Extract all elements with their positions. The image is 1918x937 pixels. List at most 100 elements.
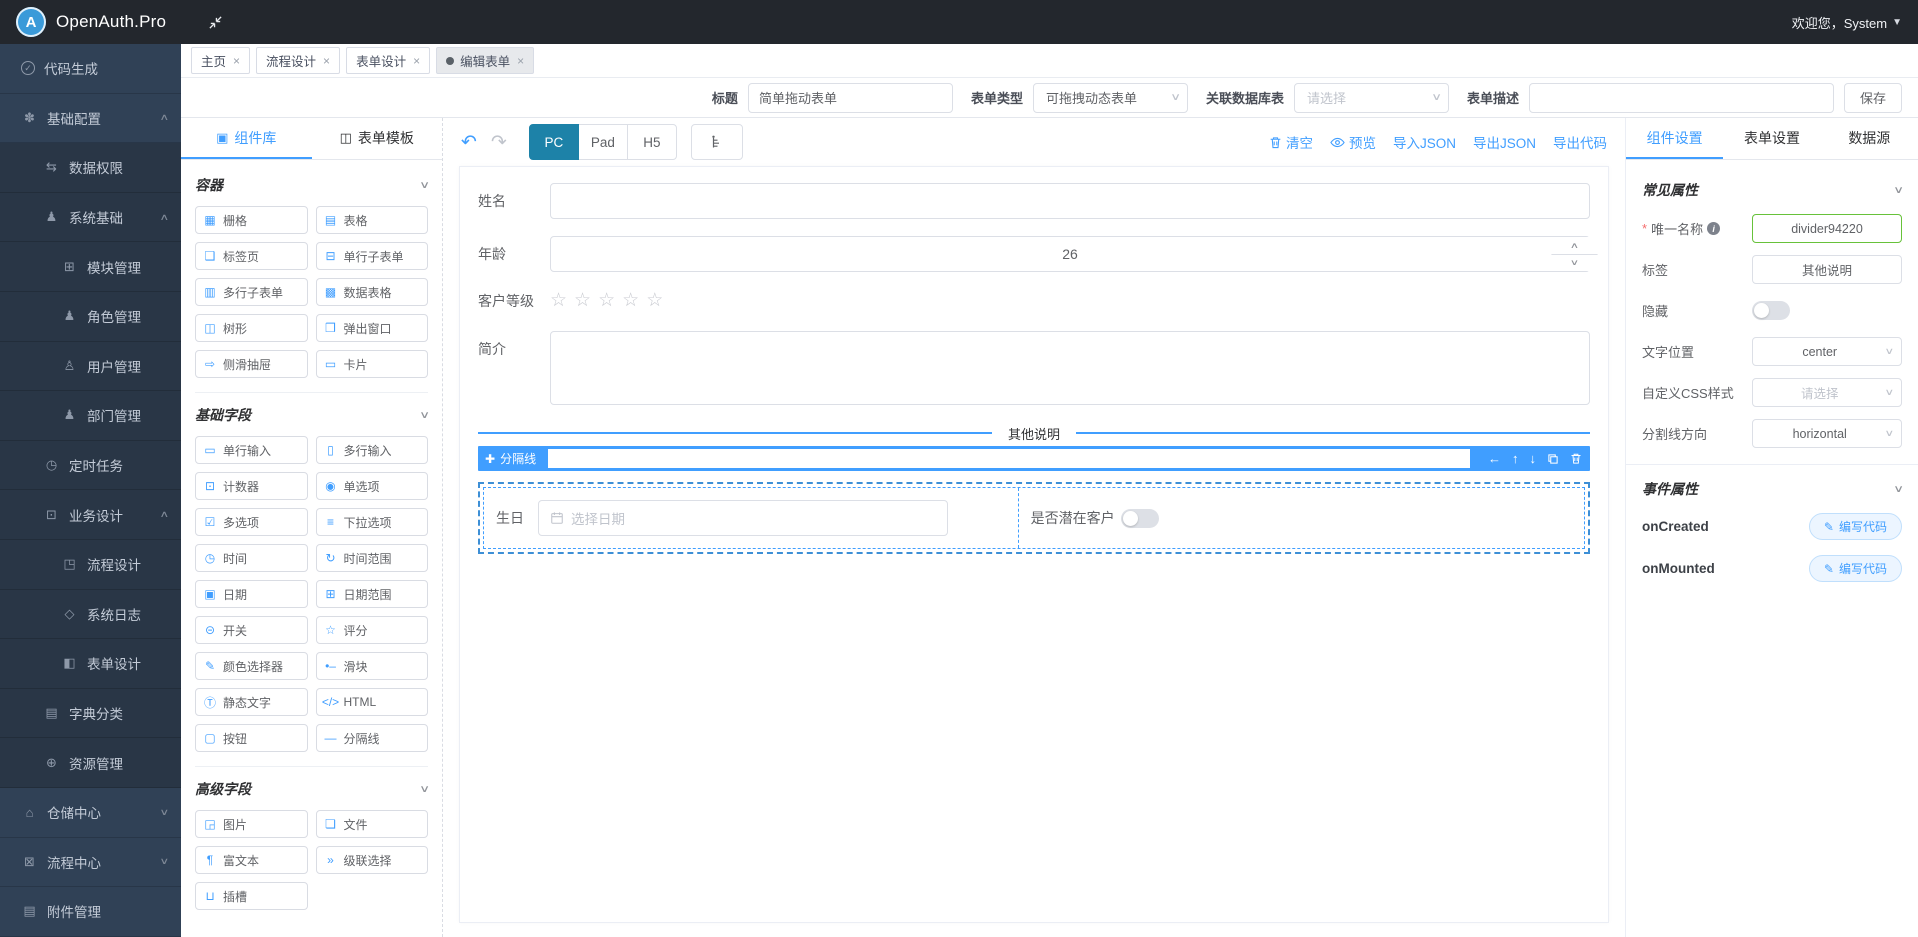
age-number-input[interactable]: ∧ ∨ <box>550 236 1590 272</box>
section-header[interactable]: 容器∨ <box>195 175 428 195</box>
device-pad-button[interactable]: Pad <box>578 124 628 160</box>
component-static-text[interactable]: Ⓣ静态文字 <box>195 688 308 716</box>
form-title-input[interactable] <box>748 83 953 113</box>
intro-textarea[interactable] <box>550 331 1590 405</box>
close-icon[interactable]: × <box>517 54 524 68</box>
save-button[interactable]: 保存 <box>1844 83 1902 113</box>
sidebar-item-data-permission[interactable]: ⇆数据权限 <box>0 143 181 193</box>
component-table[interactable]: ▤表格 <box>316 206 429 234</box>
move-up-icon[interactable]: ↑ <box>1512 451 1519 466</box>
component-input[interactable]: ▭单行输入 <box>195 436 308 464</box>
star-icon[interactable]: ☆ <box>598 289 615 312</box>
device-pc-button[interactable]: PC <box>529 124 579 160</box>
panel-tab-components[interactable]: ▣组件库 <box>181 118 312 159</box>
section-header[interactable]: 基础字段∨ <box>195 405 428 425</box>
component-radio[interactable]: ◉单选项 <box>316 472 429 500</box>
component-tab-page[interactable]: ❑标签页 <box>195 242 308 270</box>
properties-tab-component-settings[interactable]: 组件设置 <box>1626 118 1723 159</box>
star-icon[interactable]: ☆ <box>574 289 591 312</box>
rating-stars[interactable]: ☆ ☆ ☆ ☆ ☆ <box>550 289 663 312</box>
delete-icon[interactable] <box>1570 452 1582 465</box>
tag-input[interactable] <box>1752 255 1902 284</box>
page-tab-home[interactable]: 主页× <box>191 47 250 74</box>
undo-icon[interactable]: ↶ <box>461 133 477 152</box>
component-divider[interactable]: —分隔线 <box>316 724 429 752</box>
sidebar-item-role-mgmt[interactable]: ♟角色管理 <box>0 292 181 342</box>
sidebar-item-form-designer[interactable]: ◧表单设计 <box>0 639 181 689</box>
sidebar-item-base-config[interactable]: ✽基础配置∧ <box>0 94 181 144</box>
grid-container-selected[interactable]: 生日 选择日期 是否潜在客户 <box>478 482 1590 554</box>
preview-action[interactable]: 预览 <box>1330 132 1376 152</box>
divider-component-selected[interactable]: 其他说明 ✚ 分隔线 ← <box>478 422 1590 471</box>
section-header[interactable]: 高级字段∨ <box>195 779 428 799</box>
spinner-up-icon[interactable]: ∧ <box>1551 237 1597 255</box>
sidebar-item-process-center[interactable]: ⊠流程中心∨ <box>0 838 181 888</box>
component-file[interactable]: ❏文件 <box>316 810 429 838</box>
component-html[interactable]: </>HTML <box>316 688 429 716</box>
component-data-table[interactable]: ▩数据表格 <box>316 278 429 306</box>
outline-tree-button[interactable] <box>691 124 743 160</box>
page-tab-form-design[interactable]: 表单设计× <box>346 47 430 74</box>
drag-handle[interactable]: ✚ 分隔线 <box>478 446 544 471</box>
write-code-button[interactable]: ✎编写代码 <box>1809 555 1902 582</box>
component-switch[interactable]: ⊝开关 <box>195 616 308 644</box>
panel-tab-templates[interactable]: ◫表单模板 <box>312 118 443 159</box>
sidebar-item-system-log[interactable]: ◇系统日志 <box>0 590 181 640</box>
export-json-action[interactable]: 导出JSON <box>1473 132 1536 152</box>
component-multi-subform[interactable]: ▥多行子表单 <box>195 278 308 306</box>
sidebar-item-dept-mgmt[interactable]: ♟部门管理 <box>0 391 181 441</box>
device-h5-button[interactable]: H5 <box>627 124 677 160</box>
redo-icon[interactable]: ↷ <box>491 133 507 152</box>
sidebar-item-attachment-mgmt[interactable]: ▤附件管理 <box>0 887 181 937</box>
component-button[interactable]: ▢按钮 <box>195 724 308 752</box>
sidebar-item-resource-mgmt[interactable]: ⊕资源管理 <box>0 738 181 788</box>
component-card[interactable]: ▭卡片 <box>316 350 429 378</box>
component-cascader[interactable]: »级联选择 <box>316 846 429 874</box>
component-checkbox[interactable]: ☑多选项 <box>195 508 308 536</box>
common-props-header[interactable]: 常见属性 ∨ <box>1642 180 1902 200</box>
spinner-down-icon[interactable]: ∨ <box>1551 255 1597 272</box>
form-desc-input[interactable] <box>1529 83 1834 113</box>
sidebar-item-code-gen[interactable]: ✓代码生成 <box>0 44 181 94</box>
db-table-select[interactable]: 请选择 ∨ <box>1294 83 1449 113</box>
event-props-header[interactable]: 事件属性 ∨ <box>1642 479 1902 499</box>
copy-icon[interactable] <box>1547 453 1559 465</box>
close-icon[interactable]: × <box>233 54 240 68</box>
field-rate-row[interactable]: 客户等级 ☆☆☆☆☆ <box>478 289 1590 312</box>
component-slider[interactable]: •–滑块 <box>316 652 429 680</box>
sidebar-item-system-base[interactable]: ♟系统基础∧ <box>0 193 181 243</box>
age-value[interactable] <box>550 236 1590 272</box>
field-name-row[interactable]: 姓名 <box>478 183 1590 219</box>
sidebar-item-workflow-design[interactable]: ◳流程设计 <box>0 540 181 590</box>
collapse-sidebar-icon[interactable] <box>208 15 223 30</box>
sidebar-item-warehouse-center[interactable]: ⌂仓储中心∨ <box>0 788 181 838</box>
sidebar-item-user-mgmt[interactable]: ♙用户管理 <box>0 342 181 392</box>
close-icon[interactable]: × <box>323 54 330 68</box>
sidebar-item-dict-category[interactable]: ▤字典分类 <box>0 689 181 739</box>
potential-customer-toggle[interactable] <box>1121 509 1159 528</box>
page-tab-edit-form[interactable]: 编辑表单× <box>436 47 534 74</box>
unique-name-input[interactable] <box>1752 214 1902 243</box>
component-popup-window[interactable]: ❒弹出窗口 <box>316 314 429 342</box>
grid-cell-potential[interactable]: 是否潜在客户 <box>1019 488 1584 548</box>
custom-css-select[interactable]: 请选择 ∨ <box>1752 378 1902 407</box>
component-date-range[interactable]: ⊞日期范围 <box>316 580 429 608</box>
star-icon[interactable]: ☆ <box>550 289 567 312</box>
star-icon[interactable]: ☆ <box>622 289 639 312</box>
move-left-icon[interactable]: ← <box>1488 451 1501 466</box>
field-age-row[interactable]: 年龄 ∧ ∨ <box>478 236 1590 272</box>
component-time-range[interactable]: ↻时间范围 <box>316 544 429 572</box>
star-icon[interactable]: ☆ <box>646 289 663 312</box>
sidebar-item-module-mgmt[interactable]: ⊞模块管理 <box>0 242 181 292</box>
move-down-icon[interactable]: ↓ <box>1530 451 1537 466</box>
properties-tab-data-source[interactable]: 数据源 <box>1821 118 1918 159</box>
component-rich-text[interactable]: ¶富文本 <box>195 846 308 874</box>
info-icon[interactable]: i <box>1707 222 1720 235</box>
user-menu[interactable]: 欢迎您，System ▼ <box>1792 13 1902 32</box>
birthday-date-picker[interactable]: 选择日期 <box>538 500 948 536</box>
component-textarea[interactable]: ▯多行输入 <box>316 436 429 464</box>
name-input[interactable] <box>550 183 1590 219</box>
close-icon[interactable]: × <box>413 54 420 68</box>
component-single-subform[interactable]: ⊟单行子表单 <box>316 242 429 270</box>
properties-tab-form-settings[interactable]: 表单设置 <box>1723 118 1820 159</box>
